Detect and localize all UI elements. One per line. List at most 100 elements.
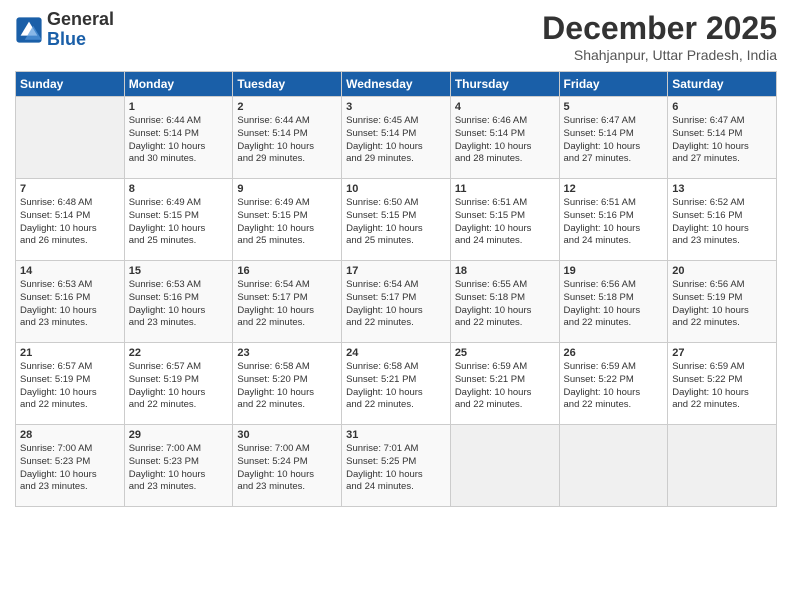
day-info: Sunrise: 6:56 AM Sunset: 5:18 PM Dayligh…	[564, 279, 664, 330]
day-number: 7	[20, 183, 120, 195]
calendar-cell: 15 Sunrise: 6:53 AM Sunset: 5:16 PM Dayli…	[124, 261, 233, 343]
day-number: 2	[237, 101, 337, 113]
day-number: 16	[237, 265, 337, 277]
day-info: Sunrise: 6:57 AM Sunset: 5:19 PM Dayligh…	[20, 361, 120, 412]
day-info: Sunrise: 6:52 AM Sunset: 5:16 PM Dayligh…	[672, 197, 772, 248]
day-info: Sunrise: 6:50 AM Sunset: 5:15 PM Dayligh…	[346, 197, 446, 248]
calendar-cell: 22 Sunrise: 6:57 AM Sunset: 5:19 PM Dayli…	[124, 343, 233, 425]
calendar-cell: 11 Sunrise: 6:51 AM Sunset: 5:15 PM Dayli…	[450, 179, 559, 261]
calendar-cell: 25 Sunrise: 6:59 AM Sunset: 5:21 PM Dayli…	[450, 343, 559, 425]
column-header-thursday: Thursday	[450, 72, 559, 97]
day-number: 27	[672, 347, 772, 359]
logo-icon	[15, 16, 43, 44]
calendar-cell: 30 Sunrise: 7:00 AM Sunset: 5:24 PM Dayli…	[233, 425, 342, 507]
column-header-sunday: Sunday	[16, 72, 125, 97]
day-number: 5	[564, 101, 664, 113]
day-info: Sunrise: 6:57 AM Sunset: 5:19 PM Dayligh…	[129, 361, 229, 412]
day-info: Sunrise: 6:54 AM Sunset: 5:17 PM Dayligh…	[346, 279, 446, 330]
day-info: Sunrise: 7:00 AM Sunset: 5:24 PM Dayligh…	[237, 443, 337, 494]
calendar-cell	[450, 425, 559, 507]
calendar-cell: 23 Sunrise: 6:58 AM Sunset: 5:20 PM Dayli…	[233, 343, 342, 425]
day-number: 9	[237, 183, 337, 195]
calendar-cell: 10 Sunrise: 6:50 AM Sunset: 5:15 PM Dayli…	[342, 179, 451, 261]
day-info: Sunrise: 7:00 AM Sunset: 5:23 PM Dayligh…	[20, 443, 120, 494]
column-header-tuesday: Tuesday	[233, 72, 342, 97]
day-number: 15	[129, 265, 229, 277]
day-number: 20	[672, 265, 772, 277]
day-number: 11	[455, 183, 555, 195]
day-info: Sunrise: 6:59 AM Sunset: 5:22 PM Dayligh…	[564, 361, 664, 412]
day-number: 22	[129, 347, 229, 359]
calendar-cell	[559, 425, 668, 507]
day-info: Sunrise: 7:00 AM Sunset: 5:23 PM Dayligh…	[129, 443, 229, 494]
calendar-cell: 13 Sunrise: 6:52 AM Sunset: 5:16 PM Dayli…	[668, 179, 777, 261]
calendar-cell: 3Sunrise: 6:45 AM Sunset: 5:14 PM Daylig…	[342, 97, 451, 179]
day-number: 13	[672, 183, 772, 195]
day-info: Sunrise: 6:47 AM Sunset: 5:14 PM Dayligh…	[564, 115, 664, 166]
calendar-cell: 27Sunrise: 6:59 AM Sunset: 5:22 PM Dayli…	[668, 343, 777, 425]
logo: General Blue	[15, 10, 114, 50]
day-info: Sunrise: 6:53 AM Sunset: 5:16 PM Dayligh…	[129, 279, 229, 330]
day-info: Sunrise: 6:58 AM Sunset: 5:20 PM Dayligh…	[237, 361, 337, 412]
calendar-cell: 31Sunrise: 7:01 AM Sunset: 5:25 PM Dayli…	[342, 425, 451, 507]
day-number: 30	[237, 429, 337, 441]
day-number: 25	[455, 347, 555, 359]
day-info: Sunrise: 6:46 AM Sunset: 5:14 PM Dayligh…	[455, 115, 555, 166]
day-info: Sunrise: 6:48 AM Sunset: 5:14 PM Dayligh…	[20, 197, 120, 248]
calendar-cell: 7 Sunrise: 6:48 AM Sunset: 5:14 PM Daylig…	[16, 179, 125, 261]
day-info: Sunrise: 6:54 AM Sunset: 5:17 PM Dayligh…	[237, 279, 337, 330]
day-number: 6	[672, 101, 772, 113]
day-info: Sunrise: 6:55 AM Sunset: 5:18 PM Dayligh…	[455, 279, 555, 330]
calendar-cell: 5 Sunrise: 6:47 AM Sunset: 5:14 PM Daylig…	[559, 97, 668, 179]
day-number: 18	[455, 265, 555, 277]
week-row-3: 14 Sunrise: 6:53 AM Sunset: 5:16 PM Dayli…	[16, 261, 777, 343]
calendar-cell: 26 Sunrise: 6:59 AM Sunset: 5:22 PM Dayli…	[559, 343, 668, 425]
calendar-cell: 2 Sunrise: 6:44 AM Sunset: 5:14 PM Daylig…	[233, 97, 342, 179]
title-block: December 2025 Shahjanpur, Uttar Pradesh,…	[542, 10, 777, 63]
day-info: Sunrise: 7:01 AM Sunset: 5:25 PM Dayligh…	[346, 443, 446, 494]
column-header-saturday: Saturday	[668, 72, 777, 97]
day-info: Sunrise: 6:59 AM Sunset: 5:21 PM Dayligh…	[455, 361, 555, 412]
calendar-table: SundayMondayTuesdayWednesdayThursdayFrid…	[15, 71, 777, 507]
day-info: Sunrise: 6:51 AM Sunset: 5:15 PM Dayligh…	[455, 197, 555, 248]
calendar-header: General Blue December 2025 Shahjanpur, U…	[15, 10, 777, 63]
calendar-cell: 29Sunrise: 7:00 AM Sunset: 5:23 PM Dayli…	[124, 425, 233, 507]
calendar-cell: 19Sunrise: 6:56 AM Sunset: 5:18 PM Dayli…	[559, 261, 668, 343]
calendar-cell: 16 Sunrise: 6:54 AM Sunset: 5:17 PM Dayli…	[233, 261, 342, 343]
day-number: 14	[20, 265, 120, 277]
calendar-cell	[16, 97, 125, 179]
logo-text: General Blue	[47, 10, 114, 50]
week-row-1: 1 Sunrise: 6:44 AM Sunset: 5:14 PM Daylig…	[16, 97, 777, 179]
day-number: 23	[237, 347, 337, 359]
calendar-cell: 12Sunrise: 6:51 AM Sunset: 5:16 PM Dayli…	[559, 179, 668, 261]
calendar-cell: 28 Sunrise: 7:00 AM Sunset: 5:23 PM Dayli…	[16, 425, 125, 507]
day-number: 4	[455, 101, 555, 113]
calendar-cell: 14 Sunrise: 6:53 AM Sunset: 5:16 PM Dayli…	[16, 261, 125, 343]
day-info: Sunrise: 6:58 AM Sunset: 5:21 PM Dayligh…	[346, 361, 446, 412]
day-info: Sunrise: 6:53 AM Sunset: 5:16 PM Dayligh…	[20, 279, 120, 330]
day-info: Sunrise: 6:51 AM Sunset: 5:16 PM Dayligh…	[564, 197, 664, 248]
calendar-header-row: SundayMondayTuesdayWednesdayThursdayFrid…	[16, 72, 777, 97]
calendar-cell: 21 Sunrise: 6:57 AM Sunset: 5:19 PM Dayli…	[16, 343, 125, 425]
day-info: Sunrise: 6:49 AM Sunset: 5:15 PM Dayligh…	[237, 197, 337, 248]
calendar-title: December 2025	[542, 10, 777, 47]
day-number: 26	[564, 347, 664, 359]
day-number: 8	[129, 183, 229, 195]
week-row-2: 7 Sunrise: 6:48 AM Sunset: 5:14 PM Daylig…	[16, 179, 777, 261]
day-number: 28	[20, 429, 120, 441]
day-info: Sunrise: 6:44 AM Sunset: 5:14 PM Dayligh…	[237, 115, 337, 166]
day-number: 21	[20, 347, 120, 359]
day-number: 17	[346, 265, 446, 277]
calendar-cell: 17 Sunrise: 6:54 AM Sunset: 5:17 PM Dayli…	[342, 261, 451, 343]
day-number: 10	[346, 183, 446, 195]
day-info: Sunrise: 6:44 AM Sunset: 5:14 PM Dayligh…	[129, 115, 229, 166]
day-info: Sunrise: 6:49 AM Sunset: 5:15 PM Dayligh…	[129, 197, 229, 248]
calendar-cell	[668, 425, 777, 507]
day-info: Sunrise: 6:47 AM Sunset: 5:14 PM Dayligh…	[672, 115, 772, 166]
calendar-cell: 4 Sunrise: 6:46 AM Sunset: 5:14 PM Daylig…	[450, 97, 559, 179]
day-number: 1	[129, 101, 229, 113]
day-info: Sunrise: 6:56 AM Sunset: 5:19 PM Dayligh…	[672, 279, 772, 330]
calendar-page: General Blue December 2025 Shahjanpur, U…	[0, 0, 792, 612]
day-number: 24	[346, 347, 446, 359]
day-info: Sunrise: 6:45 AM Sunset: 5:14 PM Dayligh…	[346, 115, 446, 166]
